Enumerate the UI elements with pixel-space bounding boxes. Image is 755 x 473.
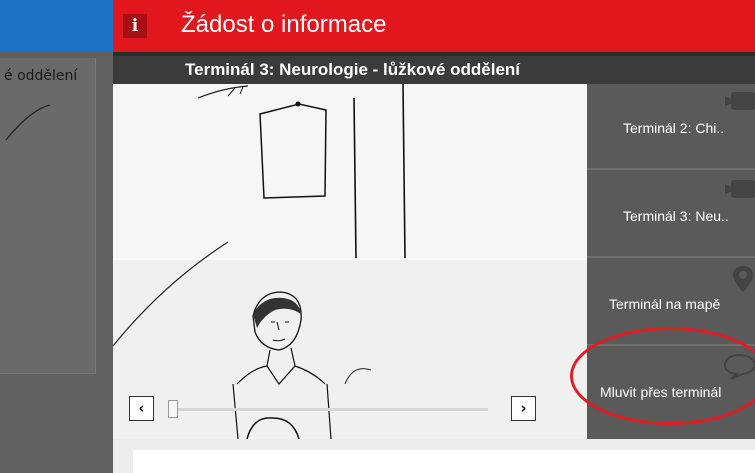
video-camera-icon [725,92,755,110]
background-panel-label: é oddělení [4,68,78,84]
sidebar-item-label: Terminál 2: Chi.. [623,120,725,136]
previous-frame-button[interactable]: ‹ [129,396,154,421]
sidebar-item-label: Terminál na mapě [609,296,721,312]
map-pin-icon [733,266,753,292]
dialog-title: Žádost o informace [181,11,387,38]
terminal-sidebar: Terminál 2: Chi.. Terminál 3: Neu.. Term… [587,84,755,439]
terminal-title-bar: Terminál 3: Neurologie - lůžkové oddělen… [113,56,755,84]
video-camera-icon [725,180,755,198]
sidebar-item-label: Mluvit přes terminál [600,384,722,400]
dialog-header: i Žádost o informace [113,0,755,52]
terminal-title: Terminál 3: Neurologie - lůžkové oddělen… [185,60,521,79]
sidebar-item-terminal-3[interactable]: Terminál 3: Neu.. [587,172,755,258]
sidebar-item-terminal-2[interactable]: Terminál 2: Chi.. [587,84,755,170]
next-frame-button[interactable]: › [511,396,536,421]
background-app-header [0,0,113,52]
info-icon: i [123,14,147,38]
speech-bubble-icon [723,353,755,380]
video-feed[interactable] [113,84,587,439]
sidebar-item-talk[interactable]: Mluvit přes terminál [587,348,755,434]
video-seek-thumb[interactable] [168,400,178,418]
video-seek-track[interactable] [176,408,488,411]
background-sketch [5,104,51,141]
video-sketch-frame [113,84,587,439]
sidebar-item-map[interactable]: Terminál na mapě [587,260,755,346]
sidebar-item-label: Terminál 3: Neu.. [623,208,729,224]
message-input[interactable] [133,450,755,473]
information-request-dialog: i Žádost o informace Terminál 3: Neurolo… [113,0,755,473]
